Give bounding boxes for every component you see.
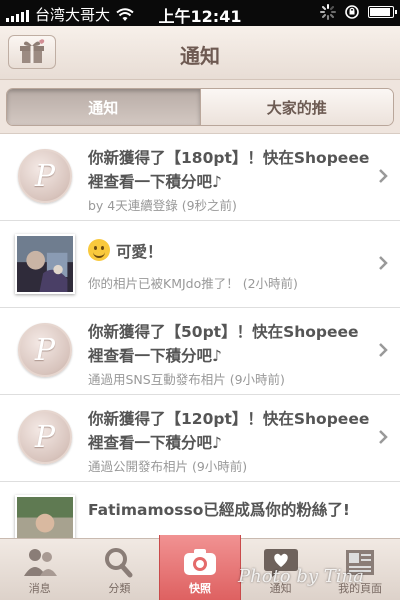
tab-everyones-likes[interactable]: 大家的推 xyxy=(199,89,393,125)
activity-spinner-icon xyxy=(320,4,336,20)
segment-bar: 通知 大家的推 xyxy=(0,80,400,134)
points-avatar-icon: P xyxy=(18,410,72,464)
notification-message: 可愛！ xyxy=(116,243,163,261)
tab-notifications[interactable]: 通知 xyxy=(7,89,200,125)
chevron-right-icon xyxy=(379,169,388,183)
notification-row[interactable]: P 你新獲得了【180pt】！快在Shopeee裡查看一下積分吧♪ by 4天連… xyxy=(0,134,400,221)
notification-message: Fatimamosso已經成爲你的粉絲了! xyxy=(88,501,350,519)
camera-icon xyxy=(183,549,216,575)
notification-row[interactable]: 可愛！ 你的相片已被KMJdo推了！ (2小時前) xyxy=(0,221,400,308)
notification-row[interactable]: P 你新獲得了【50pt】！快在Shopeee裡查看一下積分吧♪ 通過用SNS互… xyxy=(0,308,400,395)
user-photo-thumbnail xyxy=(15,495,75,538)
heart-bubble-icon xyxy=(263,549,298,577)
points-avatar-icon: P xyxy=(18,323,72,377)
lock-rotation-icon xyxy=(345,5,359,19)
notification-detail: 你的相片已被KMJdo推了！ (2小時前) xyxy=(88,276,298,291)
smiley-icon xyxy=(88,239,110,261)
notification-list: P 你新獲得了【180pt】！快在Shopeee裡查看一下積分吧♪ by 4天連… xyxy=(0,134,400,538)
user-photo-thumbnail xyxy=(15,234,75,294)
tab-categories[interactable]: 分類 xyxy=(80,539,160,600)
battery-icon xyxy=(368,6,397,18)
points-avatar-icon: P xyxy=(18,149,72,203)
notification-detail: 通過用SNS互動發布相片 (9小時前) xyxy=(88,372,285,387)
chevron-right-icon xyxy=(379,430,388,444)
bottom-tab-bar: 消息 分類 快照 通知 我的頁面 xyxy=(0,535,400,600)
notification-detail: by 4天連續登錄 (9秒之前) xyxy=(88,198,237,213)
notification-detail: 通過公開發布相片 (9小時前) xyxy=(88,459,248,474)
notification-message: 你新獲得了【180pt】！快在Shopeee裡查看一下積分吧♪ xyxy=(88,149,370,191)
search-icon xyxy=(105,548,133,578)
notification-message: 你新獲得了【50pt】！快在Shopeee裡查看一下積分吧♪ xyxy=(88,323,359,365)
status-bar: 台湾大哥大 上午12:41 xyxy=(0,0,400,26)
page-title: 通知 xyxy=(180,44,220,68)
tab-snapshot[interactable]: 快照 xyxy=(159,535,241,600)
notification-row[interactable]: Fatimamosso已經成爲你的粉絲了! xyxy=(0,482,400,538)
chevron-right-icon xyxy=(379,343,388,357)
profile-card-icon xyxy=(346,550,375,575)
tab-messages[interactable]: 消息 xyxy=(0,539,80,600)
notification-message-row: 可愛！ xyxy=(88,239,370,264)
people-icon xyxy=(23,549,57,576)
tab-my-page[interactable]: 我的頁面 xyxy=(320,539,400,600)
chevron-right-icon xyxy=(379,256,388,270)
nav-header: 通知 xyxy=(0,26,400,80)
segmented-control: 通知 大家的推 xyxy=(6,88,394,126)
tab-notifications-bottom[interactable]: 通知 xyxy=(241,539,321,600)
notification-message: 你新獲得了【120pt】！快在Shopeee裡查看一下積分吧♪ xyxy=(88,410,370,452)
notification-row[interactable]: P 你新獲得了【120pt】！快在Shopeee裡查看一下積分吧♪ 通過公開發布… xyxy=(0,395,400,482)
